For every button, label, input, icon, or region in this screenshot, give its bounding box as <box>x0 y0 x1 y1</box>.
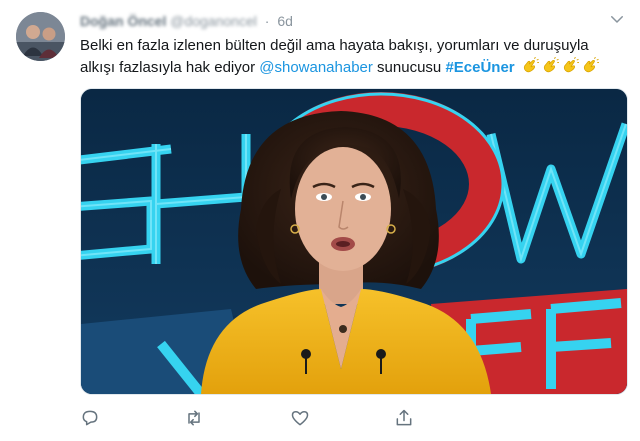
tweet-actions <box>80 408 550 432</box>
retweet-icon[interactable] <box>184 408 204 428</box>
clapping-hands-icon <box>563 57 579 73</box>
mention-link[interactable]: @showanahaber <box>259 59 373 76</box>
tweet: Doğan Öncel @doganoncel · 6d Belki en fa… <box>0 0 640 441</box>
author-name[interactable]: Doğan Öncel <box>80 13 166 29</box>
separator-dot: · <box>264 13 270 29</box>
like-icon[interactable] <box>290 408 310 428</box>
tweet-text: Belki en fazla izlenen bülten değil ama … <box>80 35 625 79</box>
chevron-down-icon[interactable] <box>608 10 626 28</box>
share-icon[interactable] <box>394 408 414 428</box>
hashtag-link[interactable]: #EceÜner <box>445 59 514 76</box>
tweet-header: Doğan Öncel @doganoncel · 6d <box>80 13 293 29</box>
avatar[interactable] <box>16 12 65 61</box>
clapping-hands-icon <box>543 57 559 73</box>
tweet-text-middle: sunucusu <box>372 59 446 76</box>
tweet-time[interactable]: 6d <box>277 13 293 29</box>
tweet-media-image[interactable] <box>80 88 628 395</box>
reply-icon[interactable] <box>80 408 100 428</box>
news-anchor-photo <box>81 89 627 394</box>
clapping-hands-icon <box>523 57 539 73</box>
clapping-hands-icon <box>583 57 599 73</box>
author-handle[interactable]: @doganoncel <box>170 13 257 29</box>
